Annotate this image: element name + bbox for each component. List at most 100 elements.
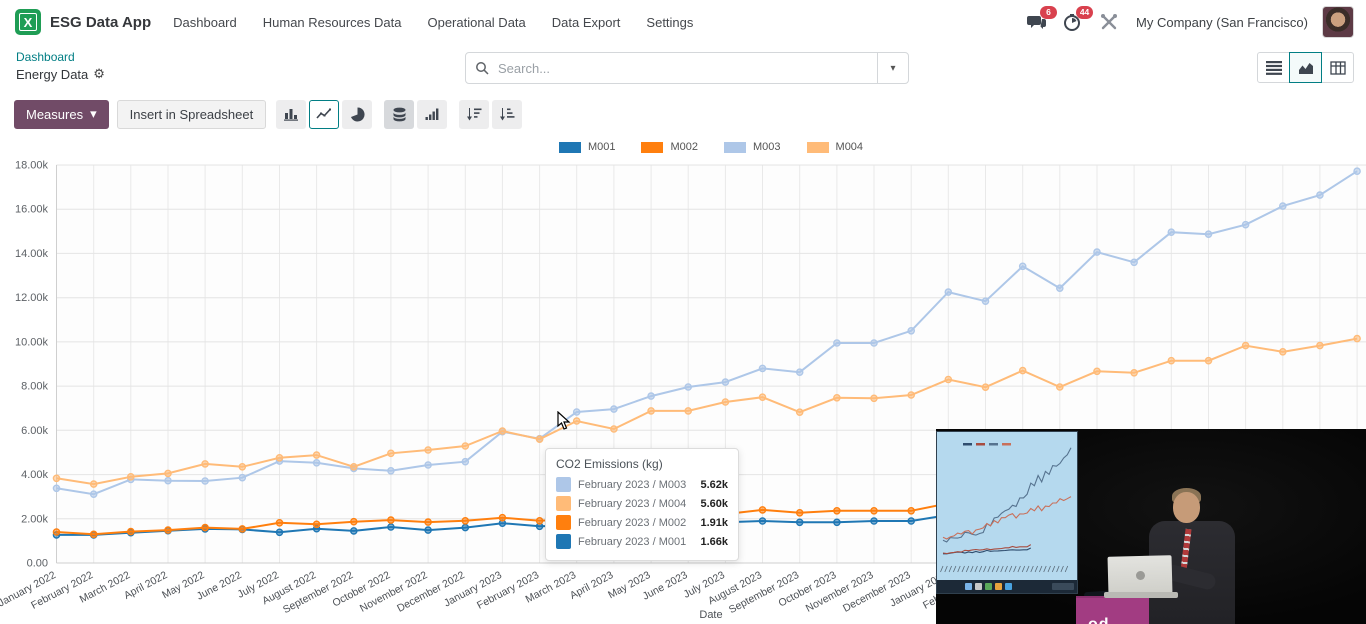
menu-item-human-resources-data[interactable]: Human Resources Data xyxy=(263,15,402,30)
line-chart-button[interactable] xyxy=(309,100,339,129)
taskbar-app-icon xyxy=(985,583,992,590)
sort-desc-icon xyxy=(466,107,482,121)
app-logo-letter: X xyxy=(15,9,41,35)
graph-view-icon xyxy=(1298,61,1314,75)
wrench-screwdriver-icon xyxy=(1098,11,1120,33)
tooltip-row: February 2023 / M003 5.62k xyxy=(556,477,728,492)
view-switch-graph[interactable] xyxy=(1289,52,1322,83)
tools-icon[interactable] xyxy=(1098,11,1120,33)
top-navbar: X ESG Data App Dashboard Human Resources … xyxy=(0,0,1366,45)
stacked-button[interactable] xyxy=(384,100,414,129)
action-gear-icon[interactable]: ⚙ xyxy=(93,66,105,82)
tooltip-series-value: 1.91k xyxy=(700,517,728,529)
measures-button[interactable]: Measures ▾ xyxy=(14,100,109,129)
search-input[interactable] xyxy=(496,60,877,77)
svg-text:14.00k: 14.00k xyxy=(15,248,49,260)
tooltip-series-label: February 2023 / M004 xyxy=(578,498,694,510)
svg-text:12.00k: 12.00k xyxy=(15,292,49,304)
svg-text:6.00k: 6.00k xyxy=(21,425,48,437)
line-chart-icon xyxy=(316,107,332,121)
measures-label: Measures xyxy=(26,107,83,122)
laptop-base xyxy=(1104,592,1178,598)
tooltip-series-value: 5.60k xyxy=(700,498,728,510)
taskbar-app-icon xyxy=(965,583,972,590)
projected-screen xyxy=(936,431,1078,594)
messages-badge: 6 xyxy=(1040,6,1057,19)
breadcrumb: Dashboard Energy Data ⚙ xyxy=(16,50,105,82)
svg-text:2.00k: 2.00k xyxy=(21,513,48,525)
app-logo-icon[interactable]: X xyxy=(15,9,41,35)
tooltip-row: February 2023 / M004 5.60k xyxy=(556,496,728,511)
svg-text:4.00k: 4.00k xyxy=(21,469,48,481)
svg-text:18.00k: 18.00k xyxy=(15,160,49,172)
menu-item-operational-data[interactable]: Operational Data xyxy=(427,15,525,30)
insert-in-spreadsheet-button[interactable]: Insert in Spreadsheet xyxy=(117,100,267,129)
sort-asc-icon xyxy=(499,107,515,121)
tooltip-series-value: 1.66k xyxy=(700,536,728,548)
menu-item-dashboard[interactable]: Dashboard xyxy=(173,15,237,30)
sort-desc-button[interactable] xyxy=(459,100,489,129)
stacked-icon xyxy=(392,107,407,122)
chart-tooltip: CO2 Emissions (kg) February 2023 / M003 5… xyxy=(545,448,739,561)
tooltip-series-chip xyxy=(556,534,571,549)
navbar-right: 6 44 My Company (San Francisco) xyxy=(1026,0,1354,44)
svg-text:10.00k: 10.00k xyxy=(15,336,49,348)
pie-chart-icon xyxy=(350,107,365,122)
breadcrumb-dashboard-link[interactable]: Dashboard xyxy=(16,50,105,64)
presenter-head xyxy=(1173,492,1200,523)
projected-taskbar xyxy=(937,580,1077,593)
tooltip-series-chip xyxy=(556,515,571,530)
podium-logo-text: od xyxy=(1088,616,1110,624)
pivot-view-icon xyxy=(1330,61,1346,75)
tooltip-title: CO2 Emissions (kg) xyxy=(556,457,728,471)
company-switcher[interactable]: My Company (San Francisco) xyxy=(1136,15,1308,30)
svg-text:0.00: 0.00 xyxy=(27,558,48,570)
tooltip-series-label: February 2023 / M002 xyxy=(578,517,694,529)
cumulative-icon xyxy=(425,107,440,121)
taskbar-app-icon xyxy=(1005,583,1012,590)
search-bar: ▾ xyxy=(465,52,909,84)
taskbar-clock xyxy=(1052,583,1074,590)
presentation-video-overlay: od xyxy=(936,429,1366,624)
tooltip-row: February 2023 / M002 1.91k xyxy=(556,515,728,530)
chart-mode-buttons xyxy=(276,100,522,129)
tooltip-rows: February 2023 / M0035.62kFebruary 2023 /… xyxy=(556,477,728,549)
tooltip-row: February 2023 / M001 1.66k xyxy=(556,534,728,549)
sort-asc-button[interactable] xyxy=(492,100,522,129)
messages-icon[interactable]: 6 xyxy=(1026,11,1048,33)
nav-menu: Dashboard Human Resources Data Operational… xyxy=(173,15,693,30)
svg-text:16.00k: 16.00k xyxy=(15,204,49,216)
tooltip-series-chip xyxy=(556,496,571,511)
list-view-icon xyxy=(1266,61,1282,75)
search-filters-dropdown[interactable]: ▾ xyxy=(877,53,908,83)
svg-text:8.00k: 8.00k xyxy=(21,381,48,393)
measures-caret-icon: ▾ xyxy=(90,106,97,122)
activities-icon[interactable]: 44 xyxy=(1062,11,1084,33)
view-switcher xyxy=(1258,52,1354,83)
activities-badge: 44 xyxy=(1076,6,1093,19)
tooltip-series-label: February 2023 / M001 xyxy=(578,536,694,548)
mouse-cursor xyxy=(556,411,572,431)
taskbar-app-icon xyxy=(975,583,982,590)
taskbar-app-icon xyxy=(995,583,1002,590)
bar-chart-button[interactable] xyxy=(276,100,306,129)
projected-mini-chart xyxy=(937,432,1077,580)
app-title: ESG Data App xyxy=(50,14,151,31)
tooltip-series-label: February 2023 / M003 xyxy=(578,479,694,491)
breadcrumb-current-wrap: Energy Data ⚙ xyxy=(16,66,105,82)
menu-item-settings[interactable]: Settings xyxy=(646,15,693,30)
view-switch-list[interactable] xyxy=(1257,52,1290,83)
menu-item-data-export[interactable]: Data Export xyxy=(552,15,621,30)
pie-chart-button[interactable] xyxy=(342,100,372,129)
presenter-laptop xyxy=(1108,555,1173,595)
cumulative-button[interactable] xyxy=(417,100,447,129)
view-switch-pivot[interactable] xyxy=(1321,52,1354,83)
user-avatar[interactable] xyxy=(1322,6,1354,38)
breadcrumb-current: Energy Data xyxy=(16,67,88,82)
search-icon xyxy=(475,61,489,75)
laptop-logo xyxy=(1136,571,1145,580)
esg-data-app-window: X ESG Data App Dashboard Human Resources … xyxy=(0,0,1366,624)
tooltip-series-value: 5.62k xyxy=(700,479,728,491)
control-panel: Dashboard Energy Data ⚙ ▾ xyxy=(0,44,1366,92)
bar-chart-icon xyxy=(283,107,299,121)
